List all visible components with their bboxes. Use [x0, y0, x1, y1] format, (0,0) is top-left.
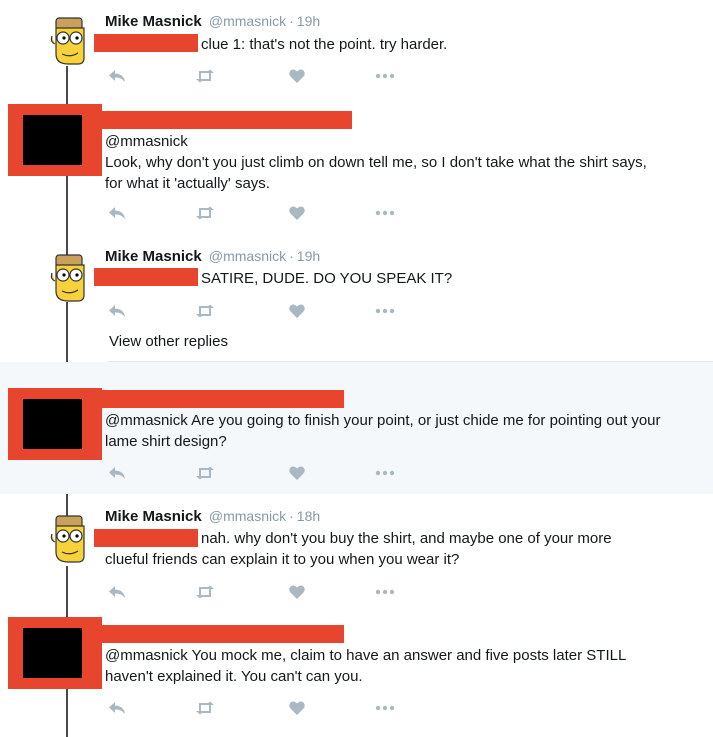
retweet-icon[interactable] — [193, 582, 217, 602]
more-icon[interactable] — [373, 463, 397, 483]
heart-icon[interactable] — [285, 582, 309, 602]
tweet-time[interactable]: 19h — [297, 13, 320, 29]
tweet-actions — [105, 463, 405, 483]
redaction-bar — [94, 625, 344, 643]
author-name[interactable]: Mike Masnick — [105, 13, 202, 30]
tweet-text: @mmasnick Are you going to finish your p… — [105, 412, 661, 450]
tweet-text: SATIRE, DUDE. DO YOU SPEAK IT? — [201, 270, 453, 287]
author-handle[interactable]: @mmasnick — [209, 508, 286, 524]
tweet[interactable]: Mike Masnick @mmasnick · 19h clue 1: that'… — [0, 0, 713, 100]
tweet-header: Mike Masnick @mmasnick · 18h — [105, 508, 320, 525]
tweet[interactable]: @mmasnick Look, why don't you just climb… — [0, 100, 713, 235]
meta-separator: · — [289, 508, 294, 524]
redacted-avatar — [8, 104, 102, 176]
more-icon[interactable] — [373, 203, 397, 223]
tweet-actions — [105, 203, 405, 223]
tweet[interactable]: Mike Masnick @mmasnick · 18h nah. why don'… — [0, 494, 713, 612]
tweet-actions — [105, 698, 405, 718]
tweet-actions — [105, 66, 405, 86]
meta-separator: · — [289, 248, 294, 264]
redacted-avatar — [8, 388, 102, 460]
reply-icon[interactable] — [105, 582, 129, 602]
mention[interactable]: @mmasnick — [105, 131, 695, 152]
heart-icon[interactable] — [285, 301, 309, 321]
tweet-text: clue 1: that's not the point. try harder… — [201, 36, 448, 53]
retweet-icon[interactable] — [193, 463, 217, 483]
redaction-bar — [94, 529, 198, 547]
redaction-bar — [94, 390, 344, 408]
tweet-time[interactable]: 18h — [297, 508, 320, 524]
tweet-header: Mike Masnick @mmasnick · 19h — [105, 13, 320, 30]
more-icon[interactable] — [373, 698, 397, 718]
heart-icon[interactable] — [285, 698, 309, 718]
tweet-actions — [105, 582, 405, 602]
avatar[interactable] — [48, 14, 90, 68]
reply-icon[interactable] — [105, 698, 129, 718]
avatar[interactable] — [48, 512, 90, 566]
author-name[interactable]: Mike Masnick — [105, 508, 202, 525]
tweet[interactable]: @mmasnick You mock me, claim to have an … — [0, 612, 713, 737]
tweet-text: @mmasnick You mock me, claim to have an … — [105, 647, 626, 685]
tweet-body: Look, why don't you just climb on down t… — [105, 154, 647, 192]
reply-icon[interactable] — [105, 203, 129, 223]
heart-icon[interactable] — [285, 66, 309, 86]
tweet-header: Mike Masnick @mmasnick · 19h — [105, 248, 320, 265]
retweet-icon[interactable] — [193, 203, 217, 223]
avatar[interactable] — [48, 251, 90, 305]
author-handle[interactable]: @mmasnick — [209, 248, 286, 264]
author-handle[interactable]: @mmasnick — [209, 13, 286, 29]
reply-icon[interactable] — [105, 463, 129, 483]
tweet[interactable]: @mmasnick Are you going to finish your p… — [0, 362, 713, 494]
retweet-icon[interactable] — [193, 698, 217, 718]
tweet-time[interactable]: 19h — [297, 248, 320, 264]
heart-icon[interactable] — [285, 203, 309, 223]
more-icon[interactable] — [373, 301, 397, 321]
tweet[interactable]: Mike Masnick @mmasnick · 19h SATIRE, DUDE.… — [0, 235, 713, 370]
meta-separator: · — [289, 13, 294, 29]
tweet-text: @mmasnick Look, why don't you just climb… — [105, 131, 695, 194]
reply-icon[interactable] — [105, 66, 129, 86]
redaction-bar — [94, 111, 352, 129]
redaction-bar — [94, 34, 198, 52]
redaction-bar — [94, 268, 198, 286]
reply-icon[interactable] — [105, 301, 129, 321]
tweet-actions — [105, 301, 405, 321]
author-name[interactable]: Mike Masnick — [105, 248, 202, 265]
more-icon[interactable] — [373, 66, 397, 86]
redacted-avatar — [8, 617, 102, 689]
heart-icon[interactable] — [285, 463, 309, 483]
tweet-text-continued: clueful friends can explain it to you wh… — [105, 551, 460, 568]
retweet-icon[interactable] — [193, 66, 217, 86]
tweet-text: nah. why don't you buy the shirt, and ma… — [201, 530, 612, 547]
view-other-replies-link[interactable]: View other replies — [109, 333, 228, 350]
more-icon[interactable] — [373, 582, 397, 602]
retweet-icon[interactable] — [193, 301, 217, 321]
